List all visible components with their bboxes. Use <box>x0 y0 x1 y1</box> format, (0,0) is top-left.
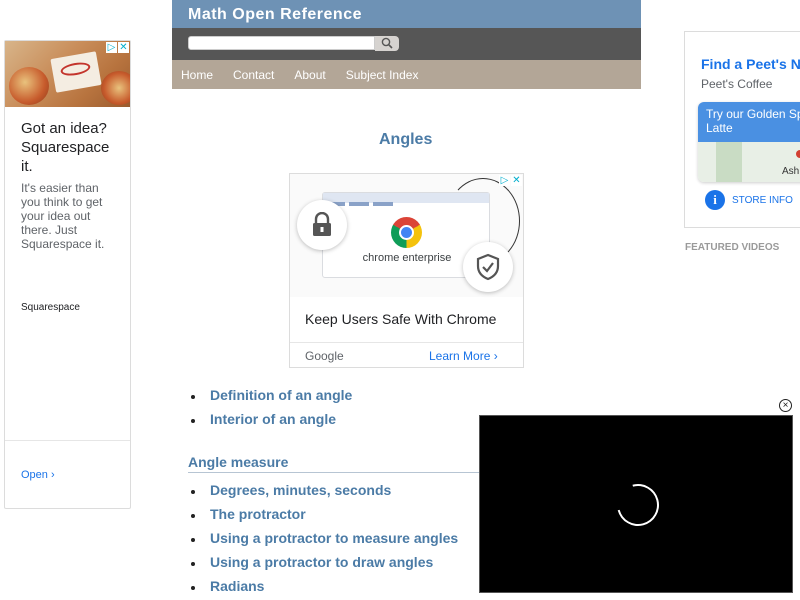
learn-more-label: Learn More <box>429 349 491 363</box>
nav-home[interactable]: Home <box>181 68 213 82</box>
center-ad[interactable]: chrome enterprise ▷ ✕ Keep Users Safe Wi… <box>289 173 524 368</box>
ad-headline[interactable]: Got an idea? Squarespace it. <box>21 119 121 176</box>
ad-headline[interactable]: Find a Peet's N <box>701 56 800 72</box>
close-icon[interactable]: ✕ <box>118 42 129 53</box>
page-title: Angles <box>379 131 433 148</box>
list-item-link[interactable]: Using a protractor to measure angles <box>190 530 458 554</box>
site-header: Math Open Reference Home Contact About S… <box>172 0 641 89</box>
lock-icon <box>297 200 347 250</box>
divider <box>290 342 523 343</box>
angle-links: Definition of an angle Interior of an an… <box>190 387 352 435</box>
ad-controls: ▷ ✕ <box>499 175 522 186</box>
map-image: Ash <box>698 142 800 182</box>
chevron-right-icon: › <box>50 469 55 481</box>
loading-spinner-icon <box>609 476 667 534</box>
search-button[interactable] <box>375 36 399 51</box>
map-label: Ash <box>782 166 800 177</box>
nav-contact[interactable]: Contact <box>233 68 274 82</box>
shield-icon <box>463 242 513 292</box>
list-item-link[interactable]: Interior of an angle <box>190 411 352 435</box>
open-button-label: Open <box>21 469 48 481</box>
ad-brand: Squarespace <box>21 302 80 313</box>
nav-subject-index[interactable]: Subject Index <box>346 68 419 82</box>
ad-headline[interactable]: Keep Users Safe With Chrome <box>305 311 496 327</box>
promo-text: Try our Golden Spi Latte <box>698 102 800 142</box>
right-ad[interactable]: Find a Peet's N Peet's Coffee Try our Go… <box>684 31 800 228</box>
search-bar <box>172 28 641 60</box>
video-player[interactable] <box>479 415 793 593</box>
ad-visual[interactable]: chrome enterprise ▷ ✕ <box>290 174 523 297</box>
promo-card[interactable]: Try our Golden Spi Latte Ash <box>698 102 800 182</box>
ad-image[interactable]: ▷ ✕ <box>5 41 130 107</box>
ad-body: It's easier than you think to get your i… <box>21 181 105 251</box>
nav-about[interactable]: About <box>294 68 325 82</box>
chrome-enterprise-text: chrome enterprise <box>362 252 452 264</box>
pizza-box-image <box>50 51 102 93</box>
list-item-link[interactable]: The protractor <box>190 506 458 530</box>
list-item-link[interactable]: Degrees, minutes, seconds <box>190 482 458 506</box>
open-button[interactable]: Open › <box>21 469 55 481</box>
pizza-image <box>9 67 49 105</box>
close-video-icon[interactable]: × <box>779 399 792 412</box>
featured-videos-label: FEATURED VIDEOS <box>685 242 780 253</box>
adchoices-icon[interactable]: ▷ <box>499 175 510 186</box>
list-item-link[interactable]: Radians <box>190 578 458 600</box>
left-ad[interactable]: ▷ ✕ Got an idea? Squarespace it. It's ea… <box>4 40 131 509</box>
list-item-link[interactable]: Definition of an angle <box>190 387 352 411</box>
ad-advertiser: Peet's Coffee <box>701 77 773 91</box>
close-icon[interactable]: ✕ <box>511 175 522 186</box>
info-icon: i <box>705 190 725 210</box>
divider <box>5 440 130 441</box>
chrome-logo-icon <box>391 217 422 248</box>
list-item-link[interactable]: Using a protractor to draw angles <box>190 554 458 578</box>
search-input[interactable] <box>188 36 375 50</box>
learn-more-button[interactable]: Learn More › <box>429 349 498 363</box>
chevron-right-icon: › <box>493 349 498 363</box>
main-nav: Home Contact About Subject Index <box>172 60 641 89</box>
angle-measure-links: Degrees, minutes, seconds The protractor… <box>190 482 458 600</box>
section-heading: Angle measure <box>188 454 488 473</box>
map-pin-icon <box>796 150 800 158</box>
pizza-image <box>101 71 130 105</box>
store-info-button[interactable]: STORE INFO <box>732 195 793 206</box>
site-title[interactable]: Math Open Reference <box>172 0 641 28</box>
ad-advertiser: Google <box>305 349 344 363</box>
ad-controls: ▷ ✕ <box>106 42 129 53</box>
adchoices-icon[interactable]: ▷ <box>106 42 117 53</box>
search-icon <box>381 37 393 49</box>
